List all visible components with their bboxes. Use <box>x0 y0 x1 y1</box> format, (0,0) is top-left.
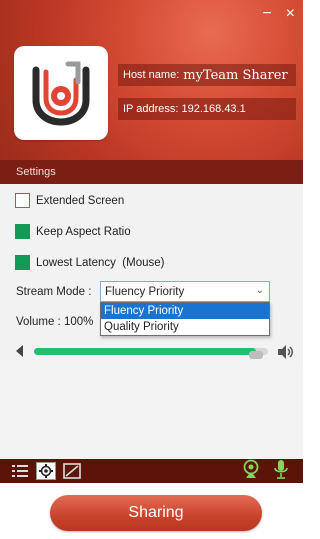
extended-screen-checkbox[interactable] <box>15 193 30 208</box>
screen-icon[interactable] <box>62 462 82 480</box>
bottom-toolbar <box>0 459 303 483</box>
option-lowest-latency[interactable]: Lowest Latency (Mouse) <box>15 255 164 270</box>
ip-address-text: IP address: 192.168.43.1 <box>123 103 246 115</box>
toolbar-left-group <box>10 462 82 480</box>
window-controls: − × <box>262 6 295 22</box>
host-name-box: Host name: myTeam Sharer <box>118 64 296 86</box>
footer: Sharing <box>0 483 303 539</box>
host-name-label: Host name: <box>123 69 180 81</box>
keep-aspect-ratio-checkbox[interactable] <box>15 224 30 239</box>
volume-slider-fill <box>34 348 257 355</box>
volume-label: Volume : 100% <box>16 316 94 328</box>
speaker-icon[interactable] <box>276 343 294 366</box>
header: − × Host name: myTeam Sharer IP address:… <box>0 0 303 160</box>
webcam-icon[interactable] <box>241 459 261 478</box>
close-button[interactable]: × <box>286 6 295 22</box>
keep-aspect-ratio-label: Keep Aspect Ratio <box>36 225 131 238</box>
stream-mode-selected-value: Fluency Priority <box>105 285 185 298</box>
volume-slider-track[interactable] <box>34 348 268 359</box>
volume-slider-row <box>14 342 296 362</box>
volume-slider-thumb[interactable] <box>249 351 264 359</box>
option-extended-screen[interactable]: Extended Screen <box>15 193 124 208</box>
empty-panel-area <box>0 366 303 459</box>
dropdown-option-fluency-priority[interactable]: Fluency Priority <box>101 303 269 319</box>
list-icon[interactable] <box>10 462 30 480</box>
ip-address-box: IP address: 192.168.43.1 <box>118 98 296 120</box>
lowest-latency-checkbox[interactable] <box>15 255 30 270</box>
logo <box>14 46 108 140</box>
stream-mode-label: Stream Mode : <box>16 286 92 298</box>
volume-down-icon[interactable] <box>16 345 23 357</box>
sharing-button[interactable]: Sharing <box>50 495 262 531</box>
chevron-down-icon[interactable]: ⌄ <box>256 285 264 296</box>
team-sharer-logo-icon <box>32 61 90 126</box>
extended-screen-label: Extended Screen <box>36 194 125 207</box>
option-keep-aspect-ratio[interactable]: Keep Aspect Ratio <box>15 224 131 239</box>
stream-mode-select[interactable]: Fluency Priority ⌄ <box>100 281 270 302</box>
microphone-icon[interactable] <box>271 460 291 479</box>
dropdown-option-quality-priority[interactable]: Quality Priority <box>101 319 269 335</box>
stream-mode-dropdown-list: Fluency Priority Quality Priority <box>100 302 270 336</box>
settings-section-header: Settings <box>0 160 303 184</box>
settings-gear-icon[interactable] <box>36 462 56 480</box>
settings-title: Settings <box>16 166 56 178</box>
app-window: − × Host name: myTeam Sharer IP address:… <box>0 0 303 539</box>
minimize-button[interactable]: − <box>262 6 271 22</box>
toolbar-right-group <box>241 459 291 479</box>
lowest-latency-label: Lowest Latency (Mouse) <box>36 256 165 269</box>
host-name-value: myTeam Sharer <box>183 67 288 83</box>
